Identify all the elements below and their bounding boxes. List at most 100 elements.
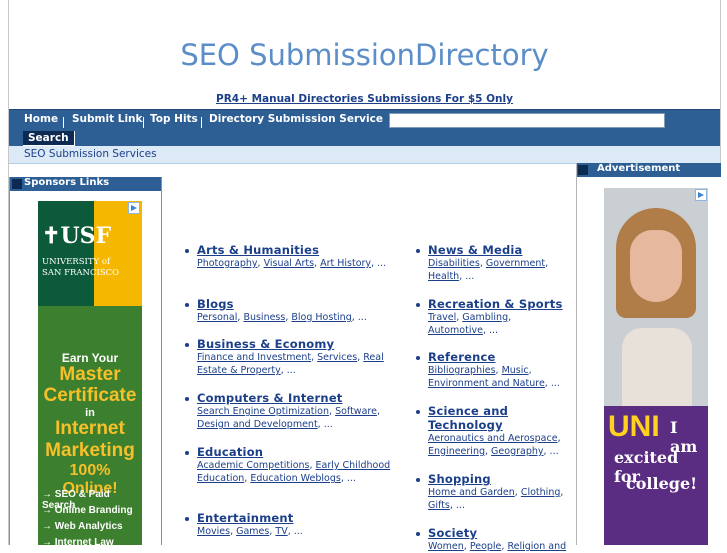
nav-separator — [201, 117, 202, 128]
subcategory-list: Women, People, Religion and — [428, 541, 567, 552]
subcategory-list: Personal, Business, Blog Hosting, ... — [197, 312, 367, 323]
category-item: Reference Bibliographies, Music, Environ… — [416, 350, 568, 390]
sponsors-heading: Sponsors Links — [10, 177, 161, 191]
subcategory-link[interactable]: Academic Competitions — [197, 460, 309, 471]
usf-logo-sub: UNIVERSITY of SAN FRANCISCO — [42, 257, 119, 279]
category-title[interactable]: Shopping — [428, 472, 568, 486]
category-title[interactable]: Society — [428, 526, 568, 540]
subcategory-link[interactable]: Games — [236, 526, 269, 537]
category-title[interactable]: Arts & Humanities — [197, 243, 397, 257]
category-title[interactable]: Education — [197, 445, 397, 459]
uni-ad[interactable]: UNI I am excited for college! — [604, 188, 708, 545]
page-frame: SEO SubmissionDirectory PR4+ Manual Dire… — [8, 0, 721, 552]
ad-line: Certificate — [43, 385, 137, 406]
bullet-icon — [416, 249, 420, 253]
subcategory-list: Travel, Gambling, Automotive, ... — [428, 312, 512, 336]
more-ellipsis: ... — [549, 446, 559, 457]
subcategory-link[interactable]: Finance and Investment — [197, 352, 311, 363]
subcategory-link[interactable]: TV — [275, 526, 287, 537]
category-item: Science and Technology Aeronautics and A… — [416, 404, 568, 458]
subcategory-link[interactable]: Personal — [197, 312, 237, 323]
category-title[interactable]: News & Media — [428, 243, 568, 257]
subcategory-link[interactable]: Travel — [428, 312, 456, 323]
category-item: Blogs Personal, Business, Blog Hosting, … — [185, 297, 397, 324]
sponsors-heading-label: Sponsors Links — [24, 177, 110, 188]
category-item: Society Women, People, Religion and — [416, 526, 568, 553]
category-title[interactable]: Recreation & Sports — [428, 297, 568, 311]
ad-line: Earn Your — [61, 351, 119, 365]
nav-home[interactable]: Home — [24, 113, 58, 125]
category-title[interactable]: Blogs — [197, 297, 397, 311]
more-ellipsis: ... — [465, 271, 475, 282]
subcategory-link[interactable]: Environment and Nature — [428, 378, 545, 389]
subcategory-link[interactable]: Business — [243, 312, 285, 323]
bullet-icon — [185, 451, 189, 455]
subcategory-link[interactable]: Search Engine Optimization — [197, 406, 329, 417]
subcategory-link[interactable]: Women — [428, 541, 464, 552]
bullet-icon — [416, 356, 420, 360]
subcategory-link[interactable]: Clothing — [521, 487, 561, 498]
subcategory-link[interactable]: Visual Arts — [264, 258, 314, 269]
subcategory-link[interactable]: Services — [317, 352, 357, 363]
category-item: Business & Economy Finance and Investmen… — [185, 337, 397, 377]
subcategory-link[interactable]: Health — [428, 271, 459, 282]
subcategory-link[interactable]: Music — [502, 365, 529, 376]
subcategory-link[interactable]: Engineering — [428, 446, 485, 457]
advertisement-heading: Advertisement — [577, 163, 721, 177]
promo-link[interactable]: PR4+ Manual Directories Submissions For … — [9, 93, 720, 105]
category-item: Computers & Internet Search Engine Optim… — [185, 391, 397, 431]
bullet-icon — [185, 249, 189, 253]
subcategory-link[interactable]: Gambling — [462, 312, 508, 323]
subcategory-link[interactable]: Geography — [491, 446, 543, 457]
search-input[interactable] — [389, 113, 665, 128]
category-title[interactable]: Science and Technology — [428, 404, 568, 432]
subcategory-link[interactable]: Disabilities — [428, 258, 480, 269]
search-button[interactable]: Search — [23, 131, 75, 146]
heading-square-icon — [12, 179, 22, 189]
subcategory-link[interactable]: People — [470, 541, 502, 552]
usf-sub-line: SAN FRANCISCO — [42, 268, 120, 278]
ad-choices-icon[interactable] — [695, 189, 707, 201]
category-title[interactable]: Business & Economy — [197, 337, 397, 351]
subcategory-link[interactable]: Government — [486, 258, 545, 269]
ad-choices-icon[interactable] — [128, 202, 140, 214]
subcategory-link[interactable]: Photography — [197, 258, 258, 269]
category-title[interactable]: Reference — [428, 350, 568, 364]
subcategory-link[interactable]: Art History — [320, 258, 371, 269]
subcategory-link[interactable]: Bibliographies — [428, 365, 496, 376]
subcategory-link[interactable]: Software — [335, 406, 377, 417]
subcategory-link[interactable]: Gifts — [428, 500, 450, 511]
bullet-icon — [185, 343, 189, 347]
subcategory-link[interactable]: Blog Hosting — [291, 312, 351, 323]
seo-submission-services-link[interactable]: SEO Submission Services — [24, 148, 157, 160]
nav-directory-submission-service[interactable]: Directory Submission Service — [209, 113, 383, 125]
uni-logo: UNI — [608, 410, 660, 443]
heading-square-icon — [578, 165, 588, 175]
category-item: Recreation & Sports Travel, Gambling, Au… — [416, 297, 568, 337]
ad-photo-face — [630, 230, 682, 302]
subcategory-link[interactable]: Automotive — [428, 325, 483, 336]
subcategory-list: Aeronautics and Aerospace, Engineering, … — [428, 433, 561, 457]
subcategory-link[interactable]: Education Weblogs — [250, 473, 340, 484]
subcategory-link[interactable]: Religion and — [507, 541, 566, 552]
usf-ad[interactable]: ✝USF UNIVERSITY of SAN FRANCISCO Earn Yo… — [38, 201, 142, 545]
site-logo[interactable]: SEO SubmissionDirectory — [9, 38, 720, 72]
usf-logo: ✝USF — [42, 223, 112, 249]
more-ellipsis: ... — [293, 526, 303, 537]
subcategory-link[interactable]: Design and Development — [197, 419, 318, 430]
subcategory-link[interactable]: Home and Garden — [428, 487, 515, 498]
subcategory-link[interactable]: Aeronautics and Aerospace — [428, 433, 558, 444]
nav-top-hits[interactable]: Top Hits — [150, 113, 198, 125]
more-ellipsis: ... — [455, 500, 465, 511]
subcategory-link[interactable]: Movies — [197, 526, 230, 537]
category-title[interactable]: Entertainment — [197, 511, 397, 525]
category-item: News & Media Disabilities, Government, H… — [416, 243, 568, 283]
nav-submit-link[interactable]: Submit Link — [72, 113, 143, 125]
category-item: Entertainment Movies, Games, TV, ... — [185, 511, 397, 538]
nav-separator — [143, 117, 144, 128]
ad-line: Internet — [55, 418, 125, 439]
nav-bar: Home Submit Link Top Hits Directory Subm… — [9, 109, 720, 146]
more-ellipsis: ... — [346, 473, 356, 484]
category-title[interactable]: Computers & Internet — [197, 391, 397, 405]
ad-line: → Web Analytics — [42, 521, 123, 532]
